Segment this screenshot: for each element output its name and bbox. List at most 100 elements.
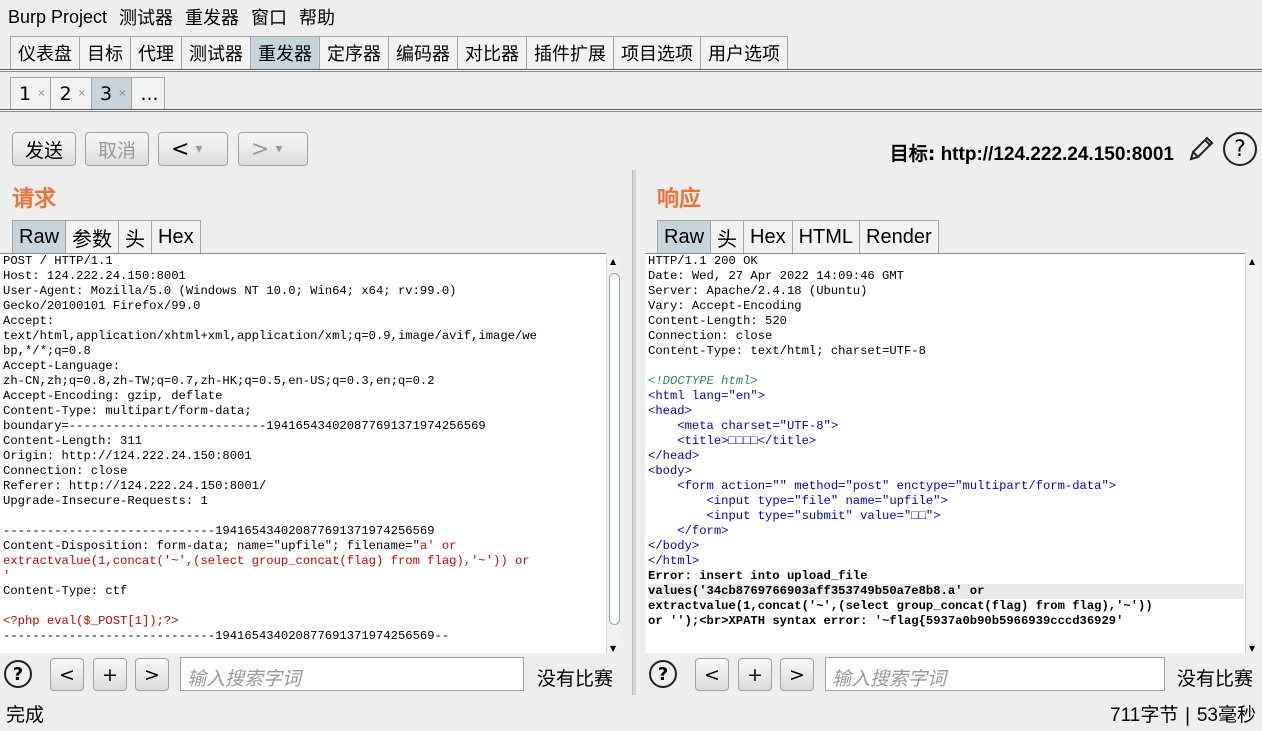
pencil-icon[interactable] [1184,132,1218,166]
response-editor[interactable]: HTTP/1.1 200 OK Date: Wed, 27 Apr 2022 1… [645,253,1245,653]
target-label: 目标: [889,143,936,165]
menu-item-repeater[interactable]: 重发器 [185,4,239,30]
tab-dashboard[interactable]: 仪表盘 [10,36,80,69]
tab-proxy[interactable]: 代理 [130,36,182,69]
tab-divider [0,69,1262,72]
send-button[interactable]: 发送 [12,132,76,166]
request-line-payload: ' [3,569,11,583]
request-line: Content-Type: multipart/form-data; [3,404,252,418]
forward-button[interactable]: > ▾ [238,132,308,166]
response-line: HTTP/1.1 200 OK [648,254,758,268]
request-line: -----------------------------19416543402… [3,524,435,538]
tab-comparer[interactable]: 对比器 [457,36,527,69]
response-stats: 711字节 | 53毫秒 [1110,700,1256,727]
request-line: Connection: close [3,464,128,478]
search-next-button[interactable]: > [135,658,169,691]
target-display: 目标: http://124.222.24.150:8001 [890,139,1174,166]
tab-sequencer[interactable]: 定序器 [319,36,389,69]
close-icon[interactable]: × [78,88,86,99]
dropdown-icon[interactable]: ▾ [275,141,282,157]
tab-target[interactable]: 目标 [79,36,131,69]
byte-count: 711 [1110,705,1141,726]
help-icon[interactable]: ? [649,660,677,688]
tab-repeater[interactable]: 重发器 [250,36,320,69]
menu-item-intruder[interactable]: 测试器 [119,4,173,30]
repeater-tab-label: 2 [59,82,72,105]
scroll-up-icon[interactable]: ▲ [610,257,616,266]
response-tab-render[interactable]: Render [859,220,939,253]
search-add-button[interactable]: + [738,658,772,691]
request-scrollbar[interactable]: ▲ ▼ [606,257,621,653]
time-ms: 53 [1196,705,1218,726]
request-tab-raw[interactable]: Raw [12,220,67,253]
back-button[interactable]: < ▾ [158,132,228,166]
tab-intruder[interactable]: 测试器 [181,36,251,69]
response-tab-headers[interactable]: 头 [710,220,745,253]
repeater-tab-label: 1 [19,82,32,105]
cancel-button[interactable]: 取消 [85,132,149,166]
status-text: 完成 [6,704,45,726]
request-line-payload: extractvalue(1,concat('~',(select group_… [3,554,530,568]
request-search-input[interactable]: 输入搜索字词 [180,657,524,691]
menu-item-window[interactable]: 窗口 [251,4,287,30]
request-line: Origin: http://124.222.24.150:8001 [3,449,252,463]
scroll-thumb[interactable] [609,273,620,625]
menu-item-help[interactable]: 帮助 [299,4,335,30]
html-tag: </form> [677,524,729,538]
help-icon[interactable]: ? [1223,132,1257,166]
search-prev-button[interactable]: < [50,658,84,691]
scroll-down-icon[interactable]: ▼ [610,644,616,653]
html-tag: </head> [648,449,700,463]
response-tab-hex[interactable]: Hex [743,220,793,253]
html-tag: <meta charset="UTF-8"> [677,419,839,433]
repeater-tab-3[interactable]: 3 × [90,77,133,109]
response-line: Vary: Accept-Encoding [648,299,802,313]
byte-unit: 字节 [1140,704,1179,726]
forward-arrow-icon: > [251,136,270,162]
repeater-tab-2[interactable]: 2 × [50,77,92,109]
request-tab-headers[interactable]: 头 [118,220,153,253]
repeater-tab-new[interactable]: ... [131,77,165,109]
request-tab-params[interactable]: 参数 [65,220,120,253]
repeater-tab-1[interactable]: 1 × [10,77,52,109]
request-line: Content-Disposition: form-data; name="up… [3,539,420,553]
response-search-input[interactable]: 输入搜索字词 [825,657,1165,691]
request-line: Accept-Language: [3,359,121,373]
request-tab-hex[interactable]: Hex [151,220,201,253]
request-tabs: Raw 参数 头 Hex [12,220,201,253]
request-line: boundary=---------------------------1941… [3,419,486,433]
search-next-button[interactable]: > [780,658,814,691]
app-title: Burp Project [8,6,108,27]
request-line: text/html,application/xhtml+xml,applicat… [3,329,537,343]
html-tag: </body> [648,539,700,553]
dropdown-icon[interactable]: ▾ [195,141,202,157]
help-icon[interactable]: ? [4,660,32,688]
repeater-tab-label: 3 [99,82,113,105]
request-line: Upgrade-Insecure-Requests: 1 [3,494,208,508]
search-add-button[interactable]: + [93,658,127,691]
request-line: Host: 124.222.24.150:8001 [3,269,186,283]
request-line: Content-Type: ctf [3,584,128,598]
scroll-up-icon[interactable]: ▲ [1249,257,1255,266]
response-scrollbar[interactable]: ▲ ▼ [1245,257,1260,653]
target-url: http://124.222.24.150:8001 [940,144,1174,165]
request-line: User-Agent: Mozilla/5.0 (Windows NT 10.0… [3,284,457,298]
pane-divider[interactable] [632,170,636,695]
response-tab-html[interactable]: HTML [791,220,861,253]
tab-user-options[interactable]: 用户选项 [700,36,788,69]
request-editor[interactable]: POST / HTTP/1.1 Host: 124.222.24.150:800… [0,253,606,653]
tab-project-options[interactable]: 项目选项 [613,36,701,69]
response-tab-raw[interactable]: Raw [657,220,712,253]
request-line: Accept: [3,314,55,328]
close-icon[interactable]: × [37,88,45,99]
tab-decoder[interactable]: 编码器 [388,36,458,69]
html-tag: <head> [648,404,692,418]
request-line: Gecko/20100101 Firefox/99.0 [3,299,201,313]
close-icon[interactable]: × [118,88,126,99]
error-line: or '');<br>XPATH syntax error: '~flag{59… [648,614,1124,628]
main-tabs: 仪表盘 目标 代理 测试器 重发器 定序器 编码器 对比器 插件扩展 项目选项 … [10,36,788,69]
scroll-down-icon[interactable]: ▼ [1249,644,1255,653]
search-prev-button[interactable]: < [695,658,729,691]
tab-extender[interactable]: 插件扩展 [526,36,614,69]
html-tag: <form action="" method="post" enctype="m… [677,479,1117,493]
